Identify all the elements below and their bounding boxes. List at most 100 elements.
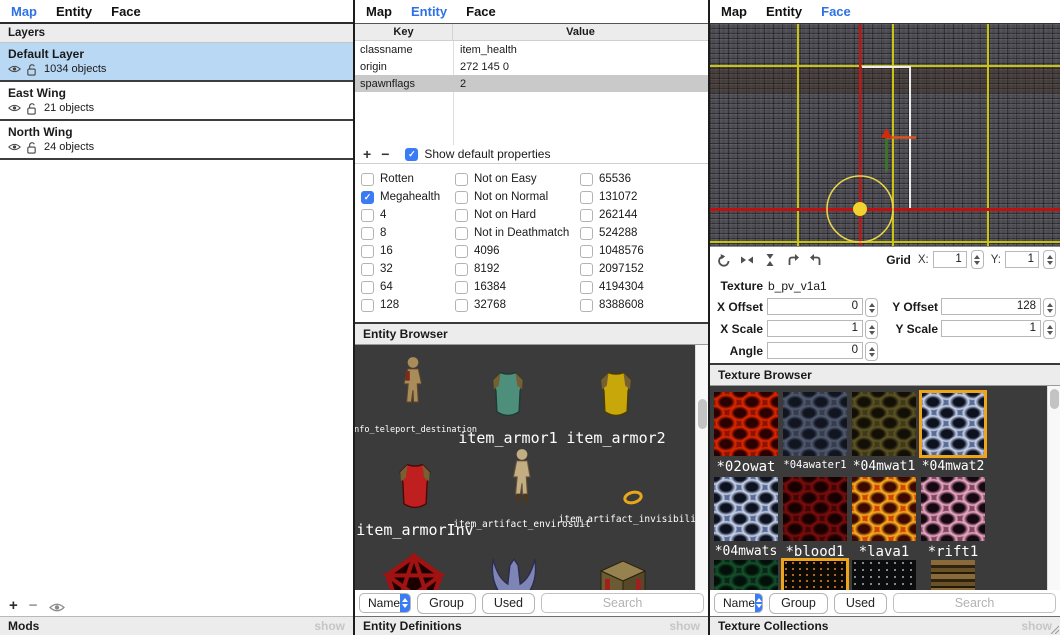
toggle-visibility-button[interactable] [49,600,65,611]
mods-show-link[interactable]: show [314,619,345,633]
entity-search-input[interactable] [541,593,704,613]
remove-layer-button[interactable]: − [29,597,38,614]
group-button[interactable]: Group [417,593,476,614]
texture-thumbnail[interactable] [714,392,778,456]
unlock-icon[interactable] [26,64,39,75]
x-offset-field[interactable]: 0 [767,298,863,315]
flag-checkbox-128[interactable] [361,299,374,312]
property-row-origin[interactable]: origin 272 145 0 [355,58,708,75]
grid-x-field[interactable]: 1 [933,251,967,268]
entity-item-item-armorinv[interactable]: item_armorInv [363,461,467,539]
texture-item[interactable]: *lava1 [852,477,916,560]
flag-checkbox-1048576[interactable] [580,245,593,258]
texture-item[interactable] [714,560,778,590]
flag-checkbox-4[interactable] [361,209,374,222]
flag-checkbox-not-on-easy[interactable] [455,173,468,186]
texture-item[interactable]: *blood1 [783,477,847,560]
texture-item-selected[interactable]: *04mwat2 [921,392,985,474]
flag-checkbox-rotten[interactable] [361,173,374,186]
entity-item-quake-symbol[interactable] [487,555,541,590]
flag-checkbox-16[interactable] [361,245,374,258]
property-row-spawnflags[interactable]: spawnflags 2 [355,75,708,92]
rotate-cw-icon[interactable] [809,253,823,267]
flag-checkbox-4194304[interactable] [580,281,593,294]
texture-thumbnail[interactable] [852,392,916,456]
entity-item-item-armor1[interactable]: item_armor1 [459,369,557,447]
flag-checkbox-megahealth[interactable]: ✓ [361,191,374,204]
visibility-eye-icon[interactable] [8,64,21,75]
remove-property-button[interactable]: − [381,146,389,162]
grid-y-stepper[interactable] [1043,250,1056,269]
angle-stepper[interactable] [865,342,878,361]
texture-thumbnail[interactable] [783,477,847,541]
unlock-icon[interactable] [26,142,39,153]
rotate-ccw-icon[interactable] [786,253,800,267]
y-scale-stepper[interactable] [1043,320,1056,339]
layer-row-east-wing[interactable]: East Wing 21 objects [0,82,353,121]
texture-browser-scrollbar[interactable] [1047,386,1060,590]
flag-checkbox-262144[interactable] [580,209,593,222]
tab-entity[interactable]: Entity [411,4,447,19]
unlock-icon[interactable] [26,103,39,114]
flag-checkbox-8192[interactable] [455,263,468,276]
texture-item[interactable] [783,560,847,590]
flip-vertical-icon[interactable] [763,253,777,267]
texture-item[interactable]: *04mwat1 [852,392,916,474]
add-property-button[interactable]: + [363,146,371,162]
flag-checkbox-2097152[interactable] [580,263,593,276]
used-button[interactable]: Used [482,593,535,614]
window-resize-grip[interactable] [1049,624,1059,634]
group-button[interactable]: Group [769,593,828,614]
flag-checkbox-8388608[interactable] [580,299,593,312]
visibility-eye-icon[interactable] [8,142,21,153]
texture-item[interactable]: *02owat [714,392,778,475]
flag-checkbox-8[interactable] [361,227,374,240]
flag-checkbox-not-on-hard[interactable] [455,209,468,222]
tab-map[interactable]: Map [366,4,392,19]
flip-horizontal-icon[interactable] [740,253,754,267]
tab-face[interactable]: Face [111,4,141,19]
face-uv-viewport[interactable] [710,24,1060,246]
layer-row-north-wing[interactable]: North Wing 24 objects [0,121,353,160]
flag-checkbox-131072[interactable] [580,191,593,204]
tab-map[interactable]: Map [11,4,37,19]
property-row-classname[interactable]: classname item_health [355,41,708,58]
entity-browser[interactable]: info_teleport_destination item_armor1 it… [355,345,708,590]
grid-y-field[interactable]: 1 [1005,251,1039,268]
used-button[interactable]: Used [834,593,887,614]
texture-thumbnail[interactable] [921,477,985,541]
texture-thumbnail[interactable] [921,392,985,456]
entity-item-pentagram[interactable] [383,553,445,590]
texture-browser[interactable]: *02owat *04awater1 *04mwat1 *04mwat2 *04… [710,386,1060,590]
texture-thumbnail[interactable] [931,560,975,590]
texture-item[interactable]: *04mwats [714,477,778,559]
texture-item[interactable] [852,560,916,590]
texture-thumbnail[interactable] [783,392,847,456]
x-scale-field[interactable]: 1 [767,320,863,337]
y-offset-stepper[interactable] [1043,298,1056,317]
texture-search-input[interactable] [893,593,1056,613]
entity-item-info-teleport-destination[interactable]: info_teleport_destination [367,355,459,435]
flag-checkbox-4096[interactable] [455,245,468,258]
flag-checkbox-64[interactable] [361,281,374,294]
texture-thumbnail[interactable] [852,560,916,590]
flag-checkbox-16384[interactable] [455,281,468,294]
texture-item[interactable]: *rift1 [921,477,985,560]
add-layer-button[interactable]: + [9,597,18,614]
tab-map[interactable]: Map [721,4,747,19]
angle-field[interactable]: 0 [767,342,863,359]
show-default-properties-checkbox[interactable]: ✓ [405,148,418,161]
texture-item[interactable]: *04awater1 [783,392,847,471]
scrollbar-thumb[interactable] [698,399,707,429]
tab-face[interactable]: Face [821,4,851,19]
texture-item[interactable] [921,560,985,590]
grid-x-stepper[interactable] [971,250,984,269]
tab-face[interactable]: Face [466,4,496,19]
flag-checkbox-65536[interactable] [580,173,593,186]
flag-checkbox-32[interactable] [361,263,374,276]
flag-checkbox-not-on-normal[interactable] [455,191,468,204]
entity-definitions-show-link[interactable]: show [669,619,700,633]
entity-item-item-armor2[interactable]: item_armor2 [567,369,665,447]
tab-entity[interactable]: Entity [56,4,92,19]
sort-dropdown[interactable]: Name [714,593,763,613]
